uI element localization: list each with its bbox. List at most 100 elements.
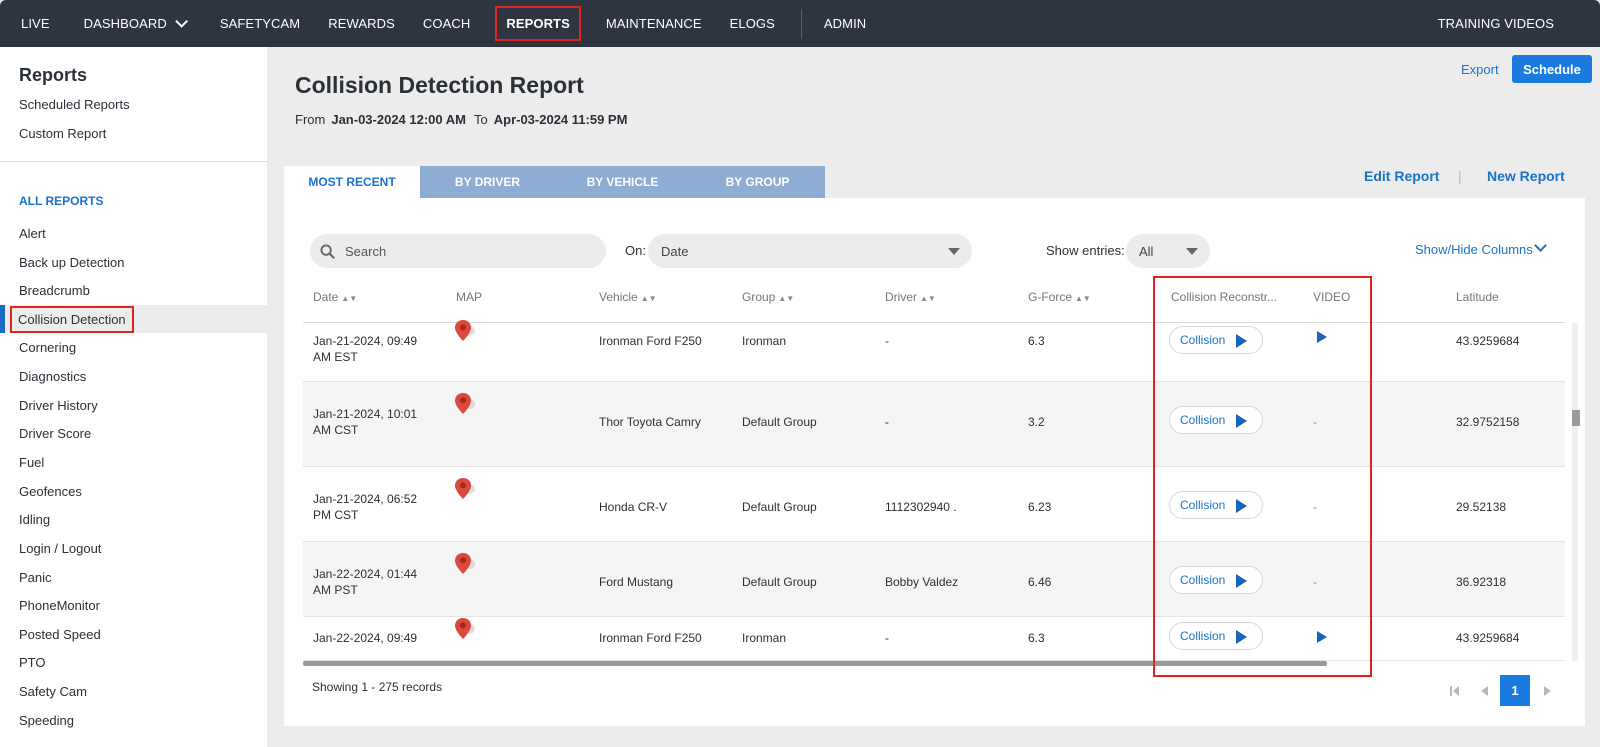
sidebar-item-posted-speed[interactable]: Posted Speed <box>0 620 267 648</box>
sidebar-item-backup-detection[interactable]: Back up Detection <box>0 248 267 276</box>
col-vehicle[interactable]: Vehicle ▲▼ <box>599 290 657 304</box>
page-button-1[interactable]: 1 <box>1500 675 1530 706</box>
sidebar-item-speeding[interactable]: Speeding <box>0 706 267 734</box>
to-label: To <box>474 112 488 127</box>
sidebar-item-geofences[interactable]: Geofences <box>0 477 267 505</box>
prev-page-icon[interactable] <box>1481 686 1488 696</box>
map-pin-icon[interactable] <box>454 552 476 580</box>
sidebar-item-driver-history[interactable]: Driver History <box>0 391 267 419</box>
table-row[interactable]: Jan-21-2024, 09:49 AM EST Ironman Ford F25… <box>303 320 1565 382</box>
map-pin-icon[interactable] <box>454 617 476 645</box>
nav-maintenance[interactable]: MAINTENANCE <box>592 0 716 47</box>
nav-divider <box>800 8 802 39</box>
search-box[interactable] <box>310 234 606 268</box>
caret-down-icon <box>1186 248 1198 255</box>
nav-reports-label: REPORTS <box>495 6 581 41</box>
nav-elogs[interactable]: ELOGS <box>716 0 789 47</box>
date-range: From Jan-03-2024 12:00 AM To Apr-03-2024 11… <box>295 112 635 127</box>
map-pin-icon[interactable] <box>454 319 476 347</box>
first-page-icon[interactable] <box>1450 686 1460 696</box>
cell-gforce: 3.2 <box>1028 415 1045 429</box>
cell-gforce: 6.46 <box>1028 575 1052 589</box>
caret-down-icon <box>948 248 960 255</box>
vertical-scrollbar[interactable] <box>1572 323 1578 661</box>
col-driver[interactable]: Driver ▲▼ <box>885 290 936 304</box>
from-label: From <box>295 112 326 127</box>
sidebar-item-phonemonitor[interactable]: PhoneMonitor <box>0 591 267 619</box>
sidebar-item-breadcrumb[interactable]: Breadcrumb <box>0 276 267 304</box>
table-row[interactable]: Jan-22-2024, 09:49 Ironman Ford F250 Ironm… <box>303 617 1565 661</box>
cell-vehicle: Thor Toyota Camry <box>599 415 701 429</box>
link-separator: | <box>1458 168 1462 184</box>
show-entries-select[interactable]: All <box>1126 234 1210 268</box>
nav-dashboard-label: DASHBOARD <box>83 16 167 31</box>
cell-latitude: 43.9259684 <box>1456 334 1520 348</box>
search-input[interactable] <box>345 243 585 259</box>
sidebar-item-login-logout[interactable]: Login / Logout <box>0 534 267 562</box>
nav-reports[interactable]: REPORTS <box>484 0 592 47</box>
edit-report-link[interactable]: Edit Report <box>1364 168 1439 184</box>
schedule-button[interactable]: Schedule <box>1512 55 1592 83</box>
page-title: Collision Detection Report <box>295 72 584 98</box>
cell-group: Default Group <box>742 500 817 514</box>
show-hide-columns[interactable]: Show/Hide Columns <box>1415 242 1533 257</box>
nav-safetycam[interactable]: SAFETYCAM <box>206 0 314 47</box>
nav-admin[interactable]: ADMIN <box>810 0 880 47</box>
cell-video: - <box>1313 415 1317 429</box>
cell-group: Default Group <box>742 415 817 429</box>
cell-gforce: 6.3 <box>1028 631 1045 645</box>
cell-date: Jan-22-2024, 01:44 AM PST <box>313 567 418 597</box>
on-select[interactable]: Date <box>648 234 972 268</box>
new-report-link[interactable]: New Report <box>1487 168 1565 184</box>
nav-dashboard[interactable]: DASHBOARD <box>64 0 198 47</box>
nav-coach[interactable]: COACH <box>409 0 484 47</box>
tab-by-group[interactable]: BY GROUP <box>690 166 825 198</box>
cell-latitude: 43.9259684 <box>1456 631 1520 645</box>
sort-icon: ▲▼ <box>640 294 657 303</box>
sidebar-item-pto[interactable]: PTO <box>0 648 267 676</box>
tab-by-vehicle[interactable]: BY VEHICLE <box>555 166 690 198</box>
nav-live[interactable]: LIVE <box>7 0 64 47</box>
map-pin-icon[interactable] <box>454 477 476 505</box>
collision-reconstruction-button[interactable]: Collision <box>1169 622 1263 650</box>
col-group[interactable]: Group ▲▼ <box>742 290 794 304</box>
sidebar-item-idling[interactable]: Idling <box>0 505 267 533</box>
vertical-scroll-thumb[interactable] <box>1572 410 1580 426</box>
show-entries-label: Show entries: <box>1046 243 1125 258</box>
sidebar-section-all-reports: ALL REPORTS <box>19 194 104 208</box>
table-row[interactable]: Jan-21-2024, 06:52 PM CST Honda CR-V Defaul… <box>303 467 1565 542</box>
col-gforce[interactable]: G-Force ▲▼ <box>1028 290 1091 304</box>
sidebar-item-collision-detection[interactable]: Collision Detection <box>0 305 267 333</box>
sidebar-item-cornering[interactable]: Cornering <box>0 333 267 361</box>
sidebar-item-diagnostics[interactable]: Diagnostics <box>0 362 267 390</box>
table-row[interactable]: Jan-22-2024, 01:44 AM PST Ford Mustang Defa… <box>303 542 1565 617</box>
sidebar-link-scheduled-reports[interactable]: Scheduled Reports <box>19 97 130 112</box>
export-link[interactable]: Export <box>1461 62 1499 77</box>
show-entries-value: All <box>1139 243 1154 259</box>
sidebar-link-custom-report[interactable]: Custom Report <box>19 126 106 141</box>
map-pin-icon[interactable] <box>454 392 476 420</box>
nav-rewards[interactable]: REWARDS <box>314 0 409 47</box>
video-play-icon[interactable] <box>1317 331 1327 343</box>
table-row[interactable]: Jan-21-2024, 10:01 AM CST Thor Toyota Camr… <box>303 382 1565 467</box>
cell-video: - <box>1313 500 1317 514</box>
col-date[interactable]: Date ▲▼ <box>313 290 357 304</box>
video-play-icon[interactable] <box>1317 631 1327 643</box>
tab-by-driver[interactable]: BY DRIVER <box>420 166 555 198</box>
cell-vehicle: Ironman Ford F250 <box>599 334 702 348</box>
cell-date: Jan-21-2024, 09:49 AM EST <box>313 334 418 364</box>
collision-reconstruction-button[interactable]: Collision <box>1169 491 1263 519</box>
collision-reconstruction-button[interactable]: Collision <box>1169 566 1263 594</box>
cell-vehicle: Ford Mustang <box>599 575 674 589</box>
sidebar-item-safety-cam[interactable]: Safety Cam <box>0 677 267 705</box>
horizontal-scrollbar[interactable] <box>303 661 1327 666</box>
collision-reconstruction-button[interactable]: Collision <box>1169 406 1263 434</box>
sidebar-item-panic[interactable]: Panic <box>0 563 267 591</box>
sidebar-item-alert[interactable]: Alert <box>0 219 267 247</box>
tab-most-recent[interactable]: MOST RECENT <box>284 166 420 198</box>
nav-training-videos[interactable]: TRAINING VIDEOS <box>1424 0 1600 47</box>
sidebar-item-fuel[interactable]: Fuel <box>0 448 267 476</box>
sidebar-item-driver-score[interactable]: Driver Score <box>0 419 267 447</box>
next-page-icon[interactable] <box>1544 686 1551 696</box>
collision-reconstruction-button[interactable]: Collision <box>1169 326 1263 354</box>
